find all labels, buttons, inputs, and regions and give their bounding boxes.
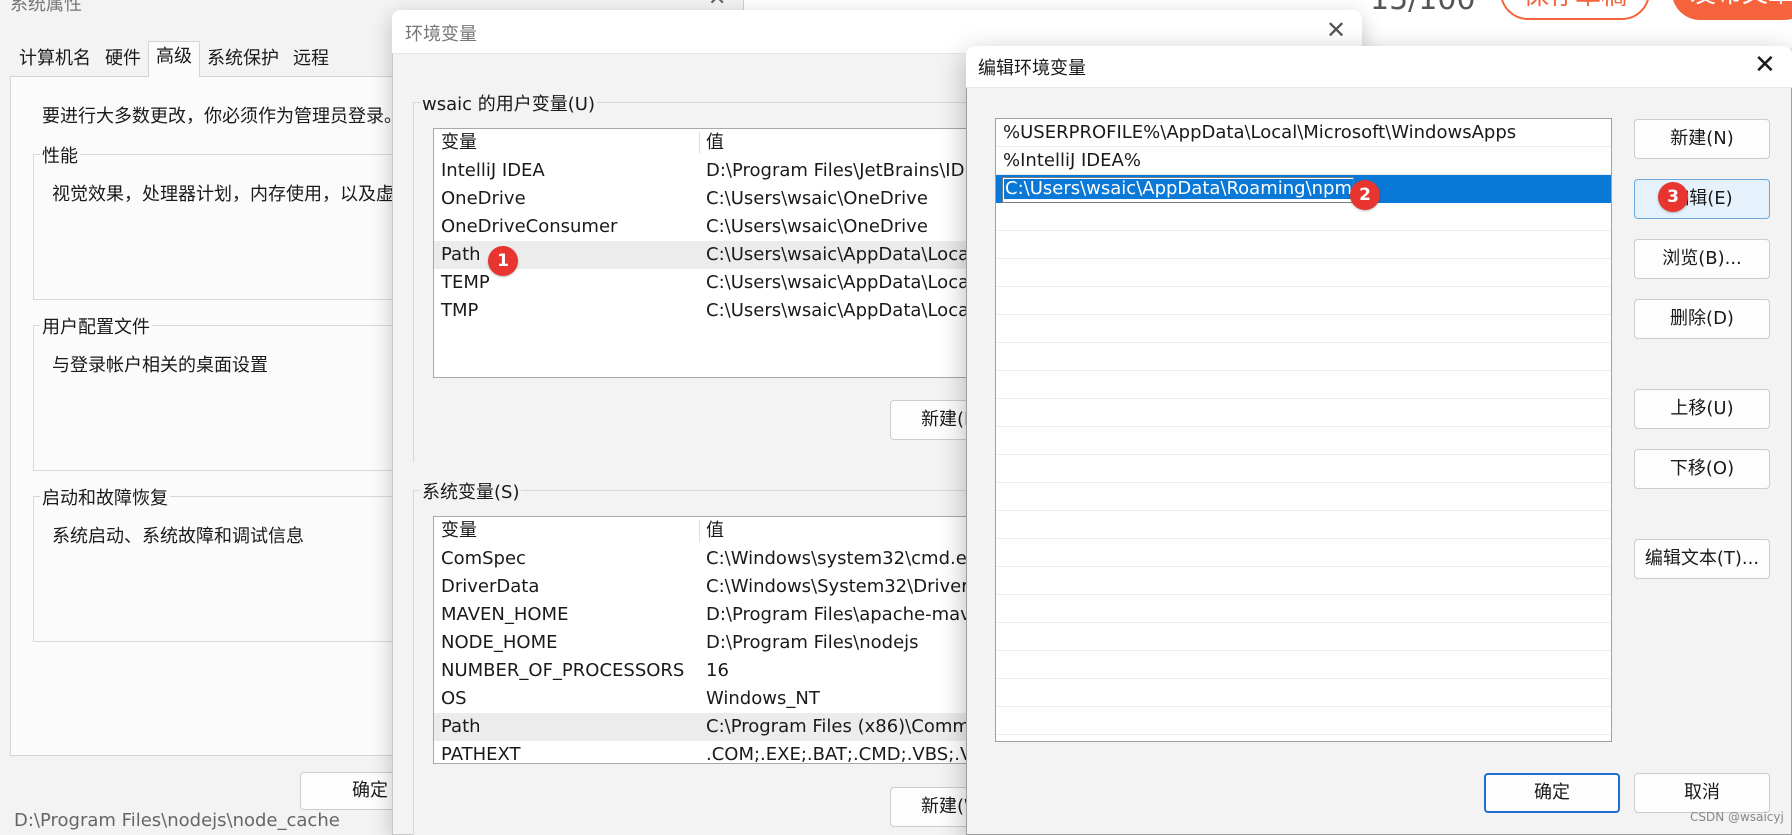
variable-value: C:\Program Files (x86)\Common	[706, 716, 973, 737]
watermark: CSDN @wsaicyj	[1690, 810, 1784, 824]
environment-variables-title: 环境变量	[405, 24, 477, 45]
column-divider	[699, 520, 700, 542]
variable-name: OneDrive	[441, 188, 526, 209]
startup-recovery-description: 系统启动、系统故障和调试信息	[52, 526, 304, 547]
table-row[interactable]: NODE_HOME D:\Program Files\nodejs	[434, 629, 972, 657]
table-row[interactable]: TEMP C:\Users\wsaic\AppData\Local\	[434, 269, 972, 297]
user-profile-description: 与登录帐户相关的桌面设置	[52, 355, 268, 376]
ok-button[interactable]: 确定	[1484, 773, 1620, 813]
user-variables-header: 变量 值	[434, 129, 972, 157]
table-row[interactable]: Path C:\Program Files (x86)\Common	[434, 713, 972, 741]
variable-name: ComSpec	[441, 548, 526, 569]
variable-value: C:\Users\wsaic\OneDrive	[706, 216, 928, 237]
move-up-button[interactable]: 上移(U)	[1634, 389, 1770, 429]
variable-name: OneDriveConsumer	[441, 216, 618, 237]
tab-system-protection[interactable]: 系统保护	[200, 44, 286, 76]
performance-description: 视觉效果，处理器计划，内存使用，以及虚	[52, 184, 394, 205]
list-item[interactable]: %USERPROFILE%\AppData\Local\Microsoft\Wi…	[996, 119, 1611, 147]
column-variable[interactable]: 变量	[441, 517, 477, 545]
path-entry-input[interactable]: C:\Users\wsaic\AppData\Roaming\npm	[1002, 177, 1354, 203]
variable-name: NODE_HOME	[441, 632, 558, 653]
edit-environment-variable-titlebar	[966, 46, 1792, 88]
variable-name: DriverData	[441, 576, 540, 597]
variable-value: C:\Users\wsaic\OneDrive	[706, 188, 928, 209]
column-divider	[699, 132, 700, 154]
new-entry-button[interactable]: 新建(N)	[1634, 119, 1770, 159]
edit-text-button[interactable]: 编辑文本(T)...	[1634, 539, 1770, 579]
admin-note: 要进行大多数更改，你必须作为管理员登录。	[42, 106, 402, 127]
edit-environment-variable-title: 编辑环境变量	[978, 58, 1086, 79]
variable-value: .COM;.EXE;.BAT;.CMD;.VBS;.VBE	[706, 744, 973, 764]
variable-value: 16	[706, 660, 729, 681]
step-badge-2: 2	[1350, 180, 1380, 210]
cancel-button[interactable]: 取消	[1634, 773, 1770, 813]
tab-advanced[interactable]: 高级	[148, 41, 200, 77]
save-draft-button[interactable]: 保存草稿	[1500, 0, 1650, 20]
variable-value: C:\Users\wsaic\AppData\Local\	[706, 244, 973, 265]
list-item[interactable]: %IntelliJ IDEA%	[996, 147, 1611, 175]
table-row[interactable]: TMP C:\Users\wsaic\AppData\Local\	[434, 297, 972, 325]
tab-remote[interactable]: 远程	[286, 44, 336, 76]
publish-button[interactable]: 发布文章	[1672, 0, 1792, 20]
close-icon[interactable]: ✕	[1326, 16, 1346, 44]
variable-name: PATHEXT	[441, 744, 521, 764]
browse-button[interactable]: 浏览(B)...	[1634, 239, 1770, 279]
variable-name: IntelliJ IDEA	[441, 160, 545, 181]
variable-value: C:\Users\wsaic\AppData\Local\	[706, 272, 973, 293]
startup-recovery-group-label: 启动和故障恢复	[40, 484, 170, 510]
delete-entry-button[interactable]: 删除(D)	[1634, 299, 1770, 339]
tab-hardware[interactable]: 硬件	[98, 44, 148, 76]
variable-name: TMP	[441, 300, 479, 321]
user-variables-label: wsaic 的用户变量(U)	[420, 90, 597, 116]
variable-value: D:\Program Files\JetBrains\IDEA	[706, 160, 973, 181]
column-value[interactable]: 值	[706, 129, 724, 157]
system-properties-title: 系统属性	[10, 0, 82, 15]
edit-entry-button[interactable]: 编辑(E)	[1634, 179, 1770, 219]
step-badge-3: 3	[1658, 182, 1688, 212]
step-badge-1: 1	[488, 246, 518, 276]
close-icon[interactable]: ✕	[1754, 50, 1776, 80]
table-row[interactable]: IntelliJ IDEA D:\Program Files\JetBrains…	[434, 157, 972, 185]
variable-name: OS	[441, 688, 467, 709]
column-value[interactable]: 值	[706, 517, 724, 545]
variable-value: D:\Program Files\apache-maven	[706, 604, 973, 625]
variable-value: Windows_NT	[706, 688, 820, 709]
table-row[interactable]: ComSpec C:\Windows\system32\cmd.exe	[434, 545, 972, 573]
variable-value: C:\Windows\System32\Drivers	[706, 576, 973, 597]
variable-name: Path	[441, 244, 481, 265]
table-row[interactable]: NUMBER_OF_PROCESSORS 16	[434, 657, 972, 685]
table-row[interactable]: OneDriveConsumer C:\Users\wsaic\OneDrive	[434, 213, 972, 241]
path-entries-list: %USERPROFILE%\AppData\Local\Microsoft\Wi…	[995, 118, 1612, 742]
list-item-editing[interactable]: C:\Users\wsaic\AppData\Roaming\npm	[996, 175, 1611, 203]
move-down-button[interactable]: 下移(O)	[1634, 449, 1770, 489]
background-path-text: D:\Program Files\nodejs\node_cache	[14, 810, 340, 831]
table-row[interactable]: OneDrive C:\Users\wsaic\OneDrive	[434, 185, 972, 213]
table-row[interactable]: DriverData C:\Windows\System32\Drivers	[434, 573, 972, 601]
variable-name: NUMBER_OF_PROCESSORS	[441, 660, 685, 681]
variable-value: C:\Users\wsaic\AppData\Local\	[706, 300, 973, 321]
system-variables-label: 系统变量(S)	[420, 478, 522, 504]
performance-group-label: 性能	[40, 142, 80, 168]
variable-value: D:\Program Files\nodejs	[706, 632, 919, 653]
system-properties-tabs: 计算机名 硬件 高级 系统保护 远程	[12, 41, 336, 77]
variable-value: C:\Windows\system32\cmd.exe	[706, 548, 973, 569]
user-profile-group-label: 用户配置文件	[40, 313, 152, 339]
column-variable[interactable]: 变量	[441, 129, 477, 157]
table-row[interactable]: MAVEN_HOME D:\Program Files\apache-maven	[434, 601, 972, 629]
variable-name: Path	[441, 716, 481, 737]
variable-name: TEMP	[441, 272, 490, 293]
variable-name: MAVEN_HOME	[441, 604, 569, 625]
table-row[interactable]: PATHEXT .COM;.EXE;.BAT;.CMD;.VBS;.VBE	[434, 741, 973, 764]
selected-text: C:\Users\wsaic\AppData\Roaming\npm	[1004, 178, 1354, 199]
tab-computer-name[interactable]: 计算机名	[12, 44, 98, 76]
system-variables-list: 变量 值 ComSpec C:\Windows\system32\cmd.exe…	[433, 516, 973, 764]
table-row[interactable]: OS Windows_NT	[434, 685, 972, 713]
system-variables-header: 变量 值	[434, 517, 972, 545]
title-char-counter: 15/100	[1370, 0, 1476, 20]
